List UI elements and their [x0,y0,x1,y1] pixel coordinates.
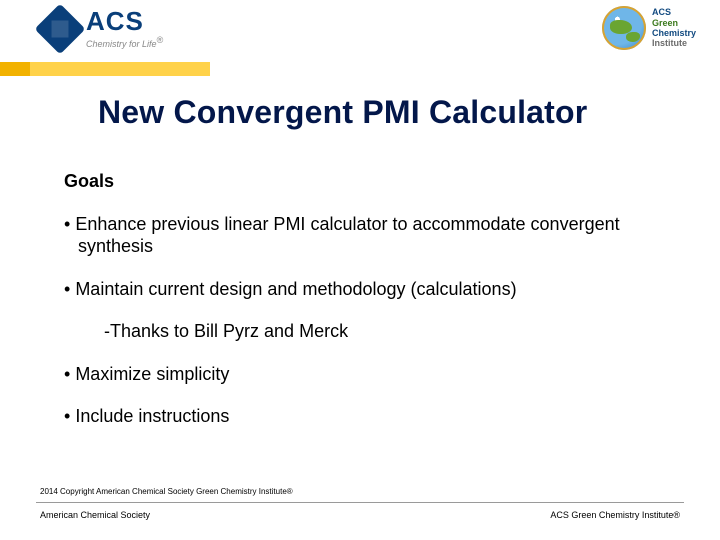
slide-body: Goals Enhance previous linear PMI calcul… [64,170,660,448]
slide: ACS Chemistry for Life® ACS Green Chemis… [0,0,720,540]
bullet-2: Maintain current design and methodology … [64,278,660,301]
acs-logo-text: ACS Chemistry for Life® [86,8,163,49]
gci-logo: ACS Green Chemistry Institute [602,6,696,50]
bullet-1: Enhance previous linear PMI calculator t… [64,213,660,258]
acs-logo: ACS Chemistry for Life® [42,8,163,49]
gci-line1: ACS [652,7,696,17]
copyright-text: 2014 Copyright American Chemical Society… [40,487,293,496]
acs-diamond-icon [35,3,86,54]
gci-logo-text: ACS Green Chemistry Institute [652,7,696,48]
gci-line2: Green [652,18,696,28]
stripe-segment-light [30,62,210,76]
acs-tagline: Chemistry for Life® [86,36,163,49]
footer-right: ACS Green Chemistry Institute® [550,510,680,520]
slide-title: New Convergent PMI Calculator [98,94,680,131]
gci-line3: Chemistry [652,28,696,38]
subnote: -Thanks to Bill Pyrz and Merck [104,320,660,343]
footer-left: American Chemical Society [40,510,150,520]
gci-line4: Institute [652,38,696,48]
goals-heading: Goals [64,170,660,193]
globe-icon [602,6,646,50]
acs-logo-label: ACS [86,8,163,34]
stripe-segment-dark [0,62,30,76]
bullet-4: Include instructions [64,405,660,428]
header-stripe [0,62,720,76]
bullet-3: Maximize simplicity [64,363,660,386]
footer-divider [36,502,684,503]
